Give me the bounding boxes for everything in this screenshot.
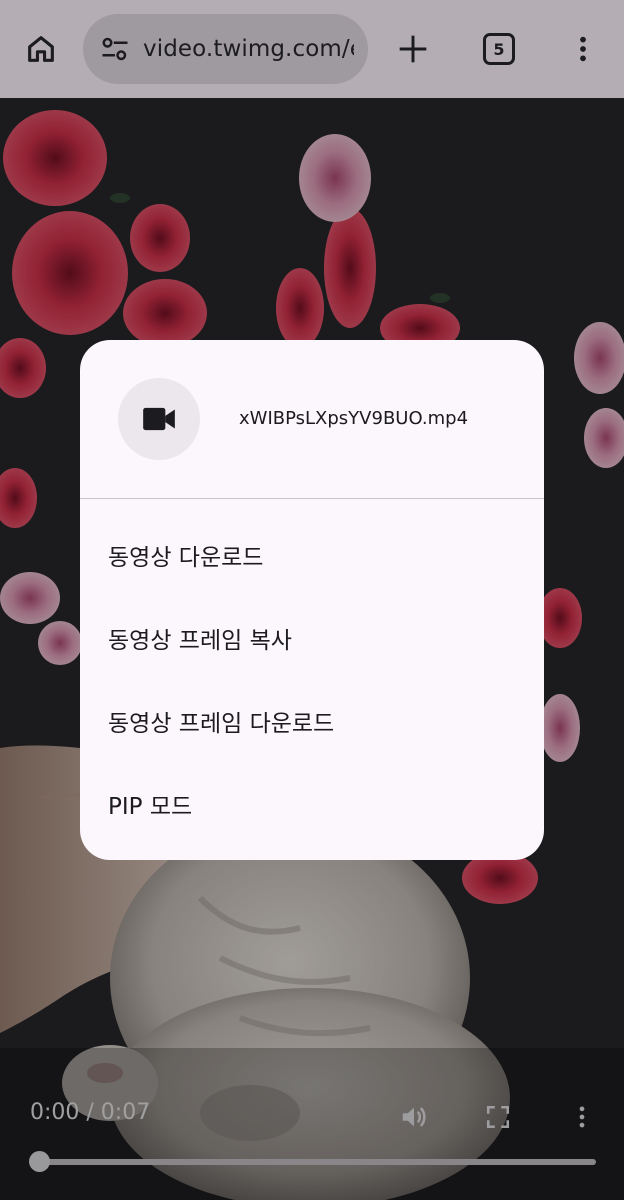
file-name: xWIBPsLXpsYV9BUO.mp4 bbox=[239, 408, 469, 429]
menu-list: 동영상 다운로드 동영상 프레임 복사 동영상 프레임 다운로드 PIP 모드 bbox=[80, 499, 544, 845]
more-vert-icon bbox=[580, 36, 586, 62]
videocam-icon bbox=[143, 407, 175, 431]
video-icon-container bbox=[118, 378, 200, 460]
home-icon bbox=[28, 36, 54, 62]
plus-icon bbox=[399, 35, 427, 63]
popup-header: xWIBPsLXpsYV9BUO.mp4 bbox=[80, 340, 544, 498]
menu-item-pip-mode[interactable]: PIP 모드 bbox=[80, 762, 544, 845]
menu-item-download-video[interactable]: 동영상 다운로드 bbox=[80, 513, 544, 596]
menu-item-copy-frame[interactable]: 동영상 프레임 복사 bbox=[80, 596, 544, 679]
video-context-menu: xWIBPsLXpsYV9BUO.mp4 동영상 다운로드 동영상 프레임 복사… bbox=[80, 340, 544, 860]
tune-icon bbox=[102, 37, 128, 61]
tab-switcher-button[interactable]: 5 bbox=[476, 26, 522, 72]
site-settings-button[interactable] bbox=[87, 14, 143, 84]
tab-count: 5 bbox=[493, 39, 505, 59]
url-text[interactable]: video.twimg.com/ex bbox=[143, 36, 354, 62]
address-bar[interactable]: video.twimg.com/ex bbox=[83, 14, 368, 84]
tab-count-icon: 5 bbox=[483, 33, 515, 65]
new-tab-button[interactable] bbox=[390, 26, 436, 72]
menu-item-download-frame[interactable]: 동영상 프레임 다운로드 bbox=[80, 679, 544, 762]
home-button[interactable] bbox=[18, 26, 64, 72]
browser-toolbar: video.twimg.com/ex 5 bbox=[0, 0, 624, 98]
browser-menu-button[interactable] bbox=[560, 26, 606, 72]
